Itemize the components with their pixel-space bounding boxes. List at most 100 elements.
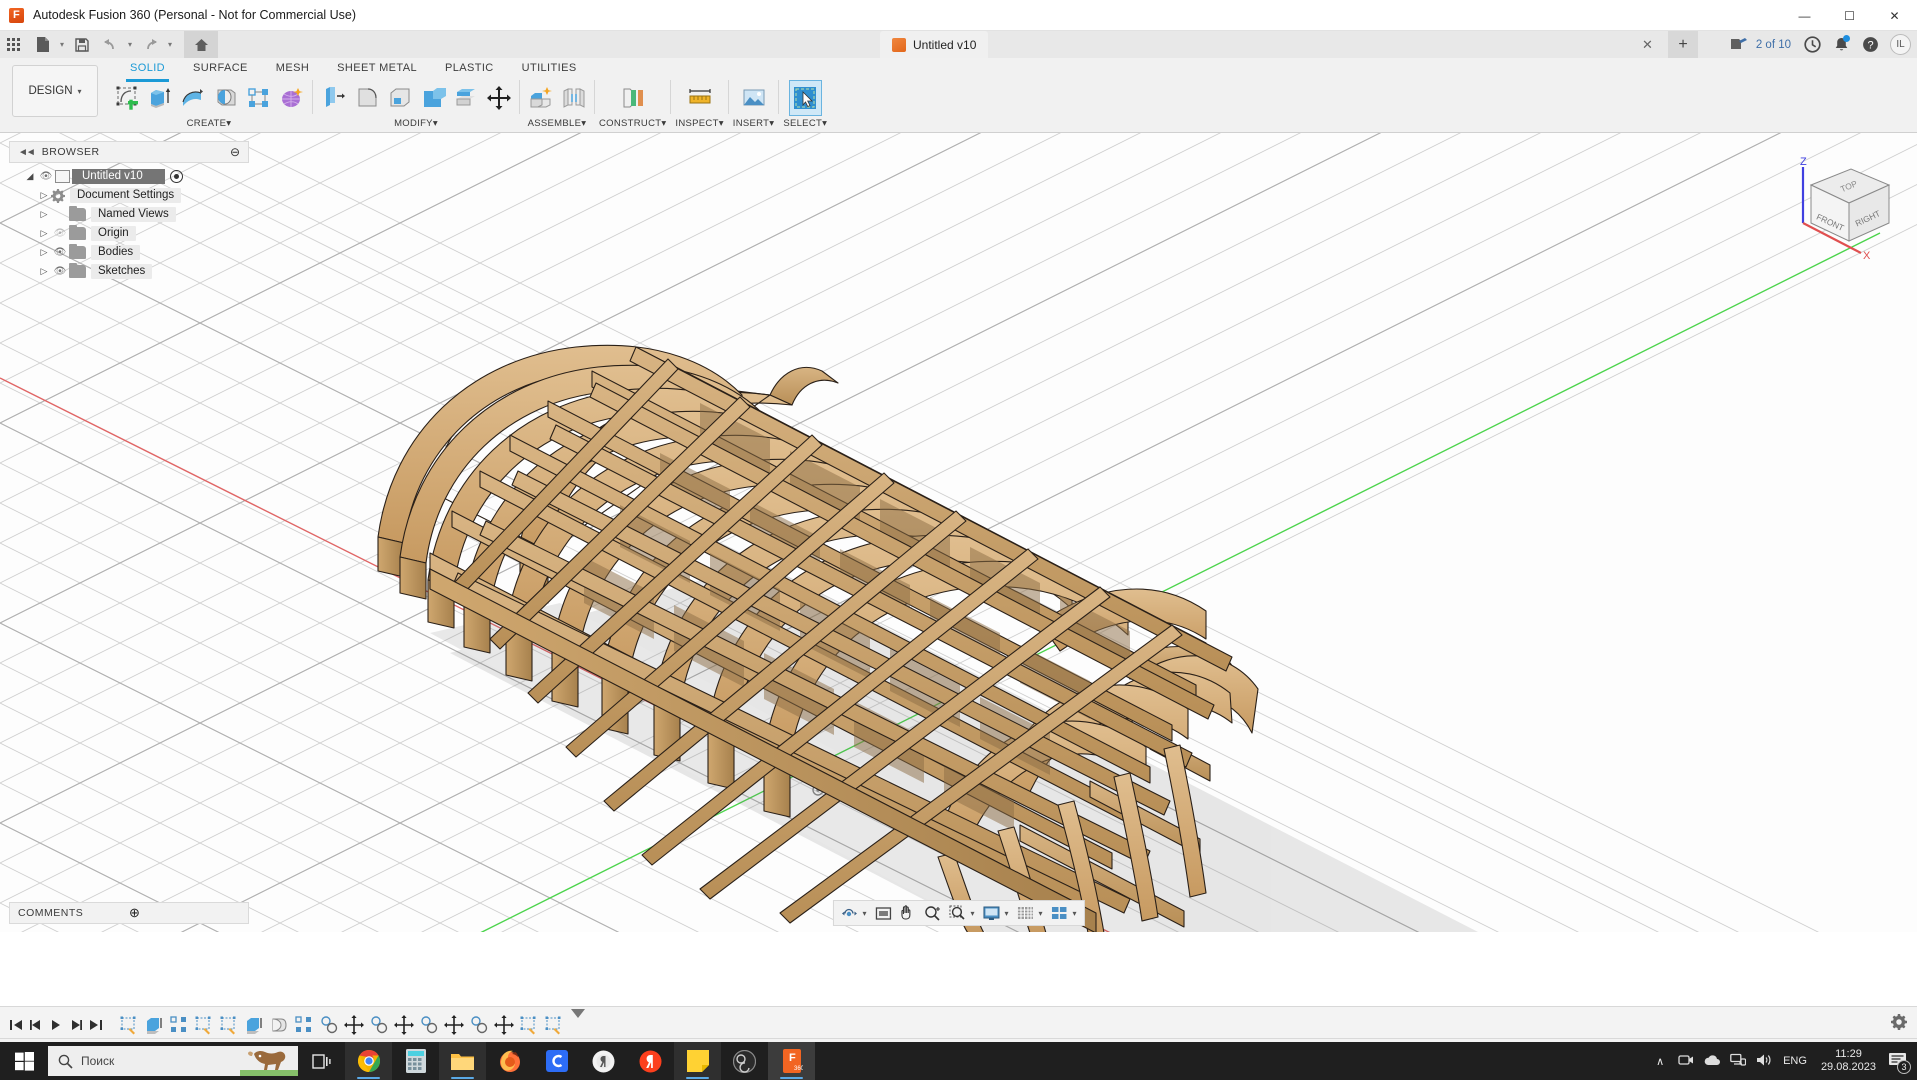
collapse-left-icon[interactable]: ◄◄ xyxy=(18,147,36,158)
expand-arrow-icon[interactable]: ▷ xyxy=(37,228,51,239)
volume-icon[interactable] xyxy=(1751,1053,1777,1070)
minimize-panel-icon[interactable]: ⊖ xyxy=(230,145,240,159)
c-app-icon[interactable] xyxy=(533,1042,580,1080)
redo-caret-icon[interactable]: ▾ xyxy=(164,31,176,58)
recent-history-icon[interactable] xyxy=(1799,31,1825,58)
bull-widget-icon[interactable] xyxy=(240,1046,298,1076)
zoom-icon[interactable] xyxy=(919,901,944,925)
tab-solid[interactable]: SOLID xyxy=(116,62,179,82)
display-settings-caret-icon[interactable]: ▾ xyxy=(1003,909,1012,918)
ribbon-group-label-assemble[interactable]: ASSEMBLE▾ xyxy=(528,118,587,129)
activate-component-radio[interactable] xyxy=(169,170,183,183)
calculator-icon[interactable] xyxy=(392,1042,439,1080)
shell-icon[interactable] xyxy=(383,80,416,116)
close-button[interactable]: ✕ xyxy=(1872,0,1917,31)
onedrive-icon[interactable] xyxy=(1699,1054,1725,1069)
task-view-icon[interactable] xyxy=(298,1042,345,1080)
firefox-icon[interactable] xyxy=(486,1042,533,1080)
timeline-feature-pattern[interactable] xyxy=(166,1009,191,1041)
workspace-switcher[interactable]: DESIGN ▾ xyxy=(12,65,98,117)
timeline-feature-pattern[interactable] xyxy=(291,1009,316,1041)
timeline-feature-sketch[interactable] xyxy=(216,1009,241,1041)
avatar[interactable]: IL xyxy=(1890,34,1911,55)
tab-sheet-metal[interactable]: SHEET METAL xyxy=(323,62,431,79)
grid-snaps-icon[interactable] xyxy=(1013,901,1038,925)
browser-item-named-views[interactable]: ▷ Named Views xyxy=(9,205,249,224)
expand-arrow-icon[interactable]: ▷ xyxy=(37,266,51,277)
browser-item-untitled[interactable]: ◢ 👁 Untitled v10 xyxy=(9,167,249,186)
yandex-icon[interactable] xyxy=(627,1042,674,1080)
new-tab-button[interactable]: + xyxy=(1668,31,1698,58)
language-indicator[interactable]: ENG xyxy=(1777,1055,1813,1067)
create-sketch-icon[interactable] xyxy=(110,80,143,116)
timeline-settings-icon[interactable] xyxy=(1891,1014,1907,1035)
insert-canvas-icon[interactable] xyxy=(737,80,770,116)
browser-item-document-settings[interactable]: ▷ Document Settings xyxy=(9,186,249,205)
clock[interactable]: 11:29 29.08.2023 xyxy=(1813,1048,1884,1074)
tab-utilities[interactable]: UTILITIES xyxy=(508,62,591,79)
zoom-window-caret-icon[interactable]: ▾ xyxy=(969,909,978,918)
joint-icon[interactable] xyxy=(557,80,590,116)
fit-view-icon[interactable] xyxy=(870,901,895,925)
undo-icon[interactable] xyxy=(96,31,124,58)
tab-mesh[interactable]: MESH xyxy=(262,62,323,79)
timeline-feature-new-component[interactable] xyxy=(316,1009,341,1041)
timeline-feature-sketch[interactable] xyxy=(541,1009,566,1041)
job-status-icon[interactable] xyxy=(1726,31,1752,58)
combine-icon[interactable] xyxy=(416,80,449,116)
form-icon[interactable] xyxy=(275,80,308,116)
fillet-icon[interactable] xyxy=(350,80,383,116)
go-to-end-icon[interactable] xyxy=(86,1010,106,1040)
yandex-browser-icon[interactable] xyxy=(580,1042,627,1080)
browser-item-bodies[interactable]: ▷ 👁 Bodies xyxy=(9,243,249,262)
browser-item-sketches[interactable]: ▷ 👁 Sketches xyxy=(9,262,249,281)
timeline-feature-move[interactable] xyxy=(491,1009,516,1041)
measure-icon[interactable] xyxy=(683,80,716,116)
app-grid-icon[interactable] xyxy=(0,31,28,58)
timeline-feature-new-component[interactable] xyxy=(416,1009,441,1041)
model-wooden-arched-rib-frame[interactable] xyxy=(0,133,1917,932)
move-copy-icon[interactable] xyxy=(482,80,515,116)
press-pull-icon[interactable] xyxy=(317,80,350,116)
ribbon-group-label-create[interactable]: CREATE▾ xyxy=(187,118,232,129)
viewports-caret-icon[interactable]: ▾ xyxy=(1072,909,1081,918)
offset-plane-icon[interactable] xyxy=(616,80,649,116)
viewport-3d[interactable]: ◄◄ BROWSER ⊖ ◢ 👁 Untitled v10 ▷ Document… xyxy=(0,133,1917,932)
network-icon[interactable] xyxy=(1725,1053,1751,1070)
file-explorer-icon[interactable] xyxy=(439,1042,486,1080)
new-document-caret-icon[interactable]: ▾ xyxy=(56,31,68,58)
go-to-beginning-icon[interactable] xyxy=(6,1010,26,1040)
display-settings-icon[interactable] xyxy=(978,901,1003,925)
visibility-eye-icon[interactable]: 👁 xyxy=(37,171,55,182)
browser-item-origin[interactable]: ▷ 👁 Origin xyxy=(9,224,249,243)
expand-arrow-icon[interactable]: ▷ xyxy=(37,190,51,201)
timeline-feature-move[interactable] xyxy=(391,1009,416,1041)
document-tab-close-icon[interactable]: ✕ xyxy=(1642,37,1653,53)
comments-panel[interactable]: COMMENTS ⊕ xyxy=(9,902,249,924)
timeline-track[interactable] xyxy=(0,1038,1917,1039)
chrome-icon[interactable] xyxy=(345,1042,392,1080)
timeline-feature-sketch[interactable] xyxy=(191,1009,216,1041)
timeline-feature-revolve[interactable] xyxy=(266,1009,291,1041)
view-cube[interactable]: Z X TOP FRONT RIGHT xyxy=(1789,145,1899,265)
ribbon-group-label-insert[interactable]: INSERT▾ xyxy=(733,118,775,129)
tab-surface[interactable]: SURFACE xyxy=(179,62,262,79)
new-document-icon[interactable] xyxy=(28,31,56,58)
add-comment-icon[interactable]: ⊕ xyxy=(129,905,240,921)
ribbon-group-label-construct[interactable]: CONSTRUCT▾ xyxy=(599,118,666,129)
windows-start-icon[interactable] xyxy=(0,1042,48,1080)
obs-icon[interactable] xyxy=(721,1042,768,1080)
timeline-feature-extrude[interactable] xyxy=(241,1009,266,1041)
expand-arrow-icon[interactable]: ▷ xyxy=(37,209,51,220)
visibility-eye-icon[interactable]: 👁 xyxy=(51,266,69,277)
loft-icon[interactable] xyxy=(242,80,275,116)
maximize-button[interactable]: ☐ xyxy=(1827,0,1872,31)
timeline-feature-move[interactable] xyxy=(341,1009,366,1041)
visibility-eye-hidden-icon[interactable]: 👁 xyxy=(51,228,69,239)
minimize-button[interactable]: — xyxy=(1782,0,1827,31)
sticky-notes-icon[interactable] xyxy=(674,1042,721,1080)
orbit-caret-icon[interactable]: ▾ xyxy=(861,909,870,918)
bell-icon[interactable] xyxy=(1828,31,1854,58)
extrude-icon[interactable] xyxy=(143,80,176,116)
undo-caret-icon[interactable]: ▾ xyxy=(124,31,136,58)
